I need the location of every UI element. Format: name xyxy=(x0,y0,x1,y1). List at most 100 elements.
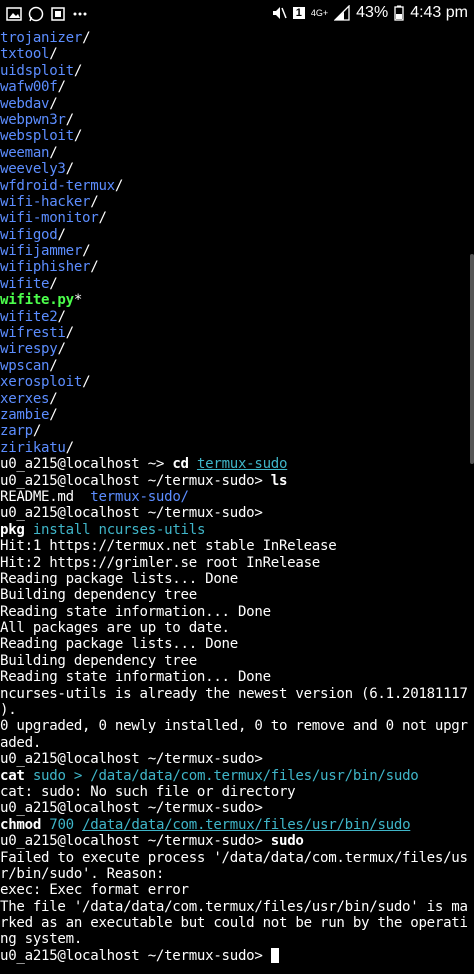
command: sudo xyxy=(270,833,304,850)
sim-badge: 1 xyxy=(292,7,305,19)
terminal-output[interactable]: trojanizer/txtool/uidsploit/wafw00f/webd… xyxy=(0,30,474,974)
command-arg: /data/data/com.termux/files/usr/bin/sudo xyxy=(82,816,411,833)
prompt: u0_a215@localhost ~/termux-sudo> xyxy=(0,472,271,489)
dir-name: wifigod xyxy=(0,226,58,243)
list-item: wifresti/ xyxy=(0,325,74,342)
dir-name: xerosploit xyxy=(0,374,83,391)
output-line: aded. xyxy=(0,734,42,751)
command: cat xyxy=(0,767,25,784)
dir-name: wirespy xyxy=(0,341,58,358)
list-item: wafw00f/ xyxy=(0,79,66,96)
dir-name: txtool xyxy=(0,46,50,63)
system-icons: 1 4G+ 43% 4:43 pm xyxy=(271,4,468,22)
list-item: webpwn3r/ xyxy=(0,111,74,128)
dir-name: weeman xyxy=(0,144,50,161)
output-line: Reading package lists... Done xyxy=(0,636,238,653)
output-line: Reading state information... Done xyxy=(0,669,271,686)
command-line: pkg install ncurses-utils xyxy=(0,522,474,538)
scrollbar[interactable] xyxy=(470,254,474,464)
command-line: u0_a215@localhost ~/termux-sudo> xyxy=(0,751,474,767)
dir-name: uidsploit xyxy=(0,62,74,79)
output-line: Hit:1 https://termux.net stable InReleas… xyxy=(0,538,337,555)
network-type: 4G+ xyxy=(310,8,329,18)
cursor[interactable] xyxy=(270,948,279,964)
list-item: xerosploit/ xyxy=(0,374,91,391)
list-item: wifite2/ xyxy=(0,308,66,325)
output-line: ). xyxy=(0,702,17,719)
prompt: u0_a215@localhost ~/termux-sudo> xyxy=(0,947,271,964)
output-line: Reading state information... Done xyxy=(0,603,271,620)
output-line: Building dependency tree xyxy=(0,652,197,669)
status-bar: 1 4G+ 43% 4:43 pm xyxy=(0,0,474,30)
output-line: cat: sudo: No such file or directory xyxy=(0,783,296,800)
dir-name: wifresti xyxy=(0,325,66,342)
dir-name: termux-sudo/ xyxy=(90,488,189,505)
command-line[interactable]: u0_a215@localhost ~/termux-sudo> xyxy=(0,948,474,964)
list-item: websploit/ xyxy=(0,128,83,145)
dir-name: trojanizer xyxy=(0,30,83,46)
command-arg: sudo > /data/data/com.termux/files/usr/b… xyxy=(32,767,419,784)
list-item: zarp/ xyxy=(0,423,42,440)
more-icon xyxy=(73,12,87,16)
output-line: rked as an executable but could not be r… xyxy=(0,915,468,932)
list-item: txtool/ xyxy=(0,46,58,63)
output-line: Hit:2 https://grimler.se root InRelease xyxy=(0,554,321,571)
dir-name: wpscan xyxy=(0,357,50,374)
output-line: exec: Exec format error xyxy=(0,882,189,899)
command-line: chmod 700 /data/data/com.termux/files/us… xyxy=(0,817,474,833)
executable-name: wifite.py xyxy=(0,292,74,309)
dir-name: wfdroid-termux xyxy=(0,177,115,194)
prompt: u0_a215@localhost ~/termux-sudo> xyxy=(0,833,271,850)
list-item: trojanizer/ xyxy=(0,30,91,46)
dir-name: wifi-monitor xyxy=(0,210,99,227)
command-line: u0_a215@localhost ~/termux-sudo> ls xyxy=(0,473,474,489)
battery-icon xyxy=(394,5,404,21)
command-arg: termux-sudo xyxy=(196,456,288,473)
list-item: zambie/ xyxy=(0,406,58,423)
dir-name: wifite xyxy=(0,275,50,292)
list-item: weeman/ xyxy=(0,144,58,161)
gallery-icon xyxy=(6,7,22,21)
output-line: Building dependency tree xyxy=(0,587,197,604)
output-line: Reading package lists... Done xyxy=(0,570,238,587)
command-arg: install ncurses-utils xyxy=(32,521,206,538)
command-line: u0_a215@localhost ~/termux-sudo> xyxy=(0,505,474,521)
output-line: 0 upgraded, 0 newly installed, 0 to remo… xyxy=(0,718,468,735)
list-item: wifi-hacker/ xyxy=(0,193,99,210)
list-item: wifite/ xyxy=(0,275,58,292)
output-line: ng system. xyxy=(0,931,83,948)
list-item: wirespy/ xyxy=(0,341,66,358)
dir-name: zambie xyxy=(0,406,50,423)
ls-output: README.md termux-sudo/ xyxy=(0,489,474,505)
output-line: Failed to execute process '/data/data/co… xyxy=(0,849,468,866)
command-line: u0_a215@localhost ~> cd termux-sudo xyxy=(0,456,474,472)
list-item: uidsploit/ xyxy=(0,62,83,79)
command-line: u0_a215@localhost ~/termux-sudo> xyxy=(0,800,474,816)
dir-name: zarp xyxy=(0,423,33,440)
output-line: All packages are up to date. xyxy=(0,620,230,637)
list-item: webdav/ xyxy=(0,95,58,112)
notification-icons xyxy=(6,6,88,22)
list-item: xerxes/ xyxy=(0,390,58,407)
output-line: r/bin/sudo'. Reason: xyxy=(0,865,165,882)
prompt: u0_a215@localhost ~> xyxy=(0,456,173,473)
prompt: u0_a215@localhost ~/termux-sudo> xyxy=(0,505,271,522)
output-line: The file '/data/data/com.termux/files/us… xyxy=(0,898,468,915)
dir-name: wifite2 xyxy=(0,308,58,325)
dir-name: wafw00f xyxy=(0,79,58,96)
command-line: u0_a215@localhost ~/termux-sudo> sudo xyxy=(0,833,474,849)
whatsapp-icon xyxy=(28,6,44,22)
command: cd xyxy=(172,456,189,473)
prompt: u0_a215@localhost ~/termux-sudo> xyxy=(0,800,271,817)
list-item: wfdroid-termux/ xyxy=(0,177,124,194)
prompt: u0_a215@localhost ~/termux-sudo> xyxy=(0,751,271,768)
list-item: wifiphisher/ xyxy=(0,259,99,276)
command-line: cat sudo > /data/data/com.termux/files/u… xyxy=(0,768,474,784)
dir-name: webdav xyxy=(0,95,50,112)
mute-icon xyxy=(272,7,287,19)
command: pkg xyxy=(0,521,25,538)
dir-name: wifi-hacker xyxy=(0,193,91,210)
list-item: wifigod/ xyxy=(0,226,66,243)
list-item: wifite.py* xyxy=(0,292,83,309)
list-item: weevely3/ xyxy=(0,161,74,178)
